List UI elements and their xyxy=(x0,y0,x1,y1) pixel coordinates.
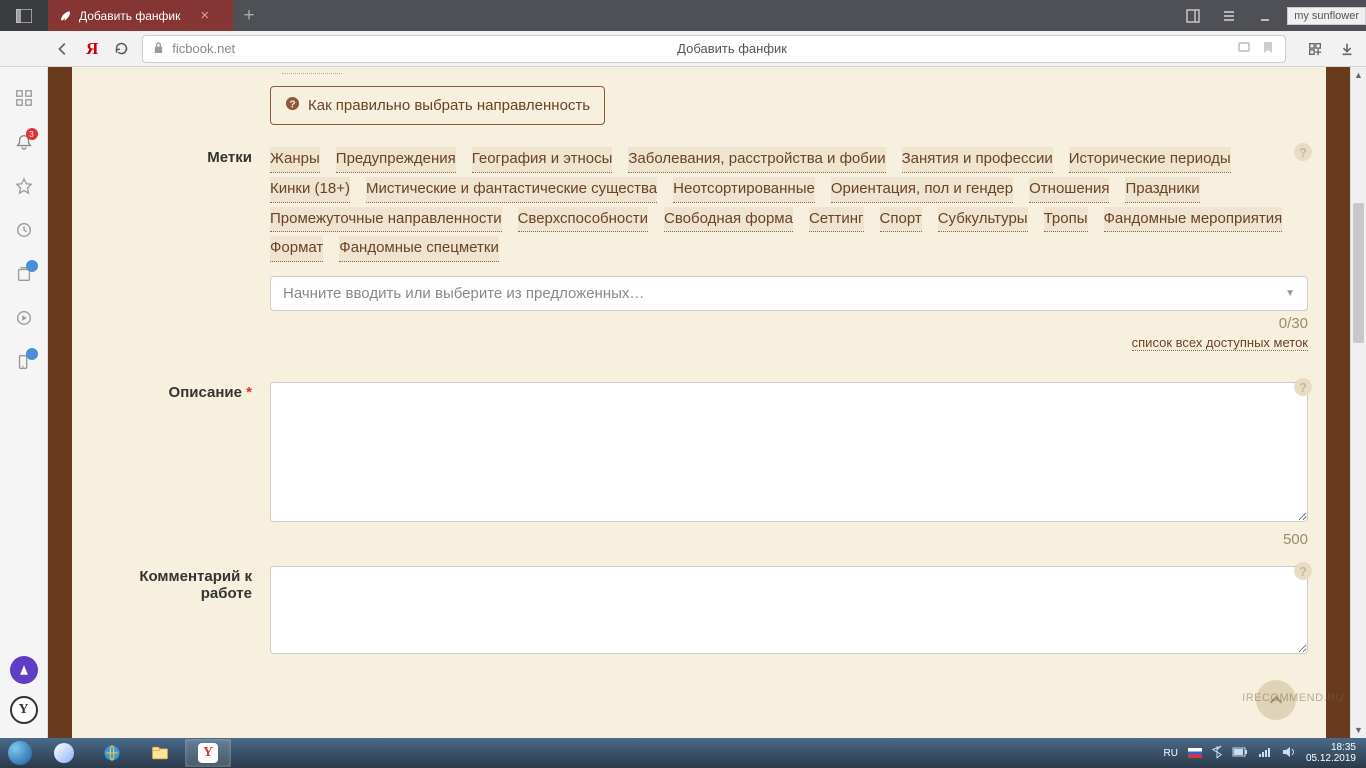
tag-category-link[interactable]: Фандомные мероприятия xyxy=(1104,207,1283,233)
devices-icon[interactable] xyxy=(13,351,35,373)
tag-category-link[interactable]: Жанры xyxy=(270,147,320,173)
tray-network-icon[interactable] xyxy=(1258,746,1272,761)
description-textarea[interactable] xyxy=(270,382,1308,522)
start-button[interactable] xyxy=(0,738,40,768)
panel-icon[interactable] xyxy=(1175,0,1211,31)
tag-category-link[interactable]: Ориентация, пол и гендер xyxy=(831,177,1013,203)
direction-hint-box[interactable]: ? Как правильно выбрать направленность xyxy=(270,86,605,125)
tray-flag-icon[interactable] xyxy=(1188,748,1202,758)
address-bar: Я ficbook.net Добавить фанфик xyxy=(0,31,1366,67)
browser-tab-active[interactable]: Добавить фанфик × xyxy=(48,0,233,31)
history-icon[interactable] xyxy=(13,219,35,241)
taskbar-app-explorer[interactable] xyxy=(137,739,183,767)
tag-category-link[interactable]: Занятия и профессии xyxy=(902,147,1053,173)
help-icon[interactable]: ? xyxy=(1294,562,1312,580)
page-title-text: Добавить фанфик xyxy=(235,41,1229,56)
tag-category-link[interactable]: Спорт xyxy=(880,207,922,233)
tray-language[interactable]: RU xyxy=(1163,748,1177,759)
extensions-icon[interactable] xyxy=(1306,40,1324,58)
media-icon[interactable] xyxy=(13,307,35,329)
tag-category-link[interactable]: Субкультуры xyxy=(938,207,1028,233)
new-tab-button[interactable]: + xyxy=(233,0,265,31)
tray-volume-icon[interactable] xyxy=(1282,746,1296,761)
notifications-badge: 3 xyxy=(26,128,38,140)
tags-label: Метки xyxy=(90,147,270,352)
tab-close-button[interactable]: × xyxy=(200,7,209,24)
taskbar-app-yandex-zen[interactable] xyxy=(41,739,87,767)
hint-text: Как правильно выбрать направленность xyxy=(308,97,590,114)
feather-icon xyxy=(58,9,72,23)
tag-category-link[interactable]: Отношения xyxy=(1029,177,1109,203)
tray-clock[interactable]: 18:35 05.12.2019 xyxy=(1306,742,1356,764)
downloads-icon[interactable] xyxy=(1338,40,1356,58)
page-viewport: ? Как правильно выбрать направленность М… xyxy=(48,67,1350,738)
yandex-home-icon[interactable]: Y xyxy=(10,696,38,724)
url-text: ficbook.net xyxy=(172,41,235,56)
system-tray: RU 18:35 05.12.2019 xyxy=(1163,742,1366,764)
tag-category-link[interactable]: Праздники xyxy=(1125,177,1199,203)
taskbar-app-ie[interactable] xyxy=(89,739,135,767)
windows-taskbar: Y RU 18:35 05.12.2019 xyxy=(0,738,1366,768)
menu-icon[interactable] xyxy=(1211,0,1247,31)
tag-category-link[interactable]: Формат xyxy=(270,236,323,262)
vertical-scrollbar[interactable]: ▲ ▼ xyxy=(1350,67,1366,738)
description-counter: 500 xyxy=(270,531,1308,548)
favorites-icon[interactable] xyxy=(13,175,35,197)
tag-category-link[interactable]: Тропы xyxy=(1044,207,1088,233)
notifications-icon[interactable]: 3 xyxy=(13,131,35,153)
watermark-text: IRECOMMEND.RU xyxy=(1242,692,1344,704)
yandex-logo-icon[interactable]: Я xyxy=(86,39,98,59)
page-content: ? Как правильно выбрать направленность М… xyxy=(72,67,1326,738)
tray-bluetooth-icon[interactable] xyxy=(1212,745,1222,762)
question-circle-icon: ? xyxy=(285,96,300,115)
scroll-up-arrow[interactable]: ▲ xyxy=(1351,67,1366,83)
tag-category-link[interactable]: Заболевания, расстройства и фобии xyxy=(628,147,885,173)
lock-icon xyxy=(153,41,164,57)
scroll-down-arrow[interactable]: ▼ xyxy=(1351,722,1366,738)
reload-button[interactable] xyxy=(112,40,130,58)
bookmark-icon[interactable] xyxy=(1261,40,1275,57)
taskbar-app-yandex-browser[interactable]: Y xyxy=(185,739,231,767)
help-icon[interactable]: ? xyxy=(1294,378,1312,396)
tags-select-input[interactable]: Начните вводить или выберите из предложе… xyxy=(270,276,1308,311)
tag-category-link[interactable]: Мистические и фантастические существа xyxy=(366,177,657,203)
sidebar-toggle-button[interactable] xyxy=(0,0,48,31)
url-field[interactable]: ficbook.net Добавить фанфик xyxy=(142,35,1286,63)
tag-category-link[interactable]: Предупреждения xyxy=(336,147,456,173)
scrollbar-thumb[interactable] xyxy=(1353,203,1364,343)
tag-category-link[interactable]: Неотсортированные xyxy=(673,177,815,203)
browser-sidebar: 3 Y xyxy=(0,67,48,738)
tag-category-link[interactable]: Свободная форма xyxy=(664,207,793,233)
tag-category-link[interactable]: География и этносы xyxy=(472,147,613,173)
svg-text:?: ? xyxy=(289,99,295,110)
select-placeholder: Начните вводить или выберите из предложе… xyxy=(283,285,644,302)
divider xyxy=(282,73,342,74)
collections-icon[interactable] xyxy=(13,263,35,285)
chevron-down-icon: ▼ xyxy=(1285,288,1295,299)
comment-label: Комментарий к работе xyxy=(90,566,270,659)
alice-assistant-icon[interactable] xyxy=(10,656,38,684)
tag-category-link[interactable]: Исторические периоды xyxy=(1069,147,1231,173)
apps-icon[interactable] xyxy=(13,87,35,109)
back-button[interactable] xyxy=(54,40,72,58)
tag-category-link[interactable]: Промежуточные направленности xyxy=(270,207,502,233)
tag-category-link[interactable]: Сверхспособности xyxy=(518,207,648,233)
description-label: Описание * xyxy=(90,382,270,548)
protect-icon[interactable] xyxy=(1237,40,1251,57)
dot-badge xyxy=(26,260,38,272)
tags-counter: 0/30 xyxy=(270,315,1308,332)
tag-categories-list: Жанры Предупреждения География и этносы Заб… xyxy=(270,147,1308,262)
tray-battery-icon[interactable] xyxy=(1232,747,1248,760)
dot-badge xyxy=(26,348,38,360)
minimize-button[interactable] xyxy=(1247,0,1283,31)
window-title-bar: Добавить фанфик × + my sunflower xyxy=(0,0,1366,31)
tag-category-link[interactable]: Кинки (18+) xyxy=(270,177,350,203)
user-profile-badge[interactable]: my sunflower xyxy=(1287,7,1366,25)
help-icon[interactable]: ? xyxy=(1294,143,1312,161)
all-tags-link[interactable]: список всех доступных меток xyxy=(1132,335,1308,351)
tag-category-link[interactable]: Сеттинг xyxy=(809,207,864,233)
tag-category-link[interactable]: Фандомные спецметки xyxy=(339,236,499,262)
tab-title: Добавить фанфик xyxy=(79,9,180,23)
comment-textarea[interactable] xyxy=(270,566,1308,654)
